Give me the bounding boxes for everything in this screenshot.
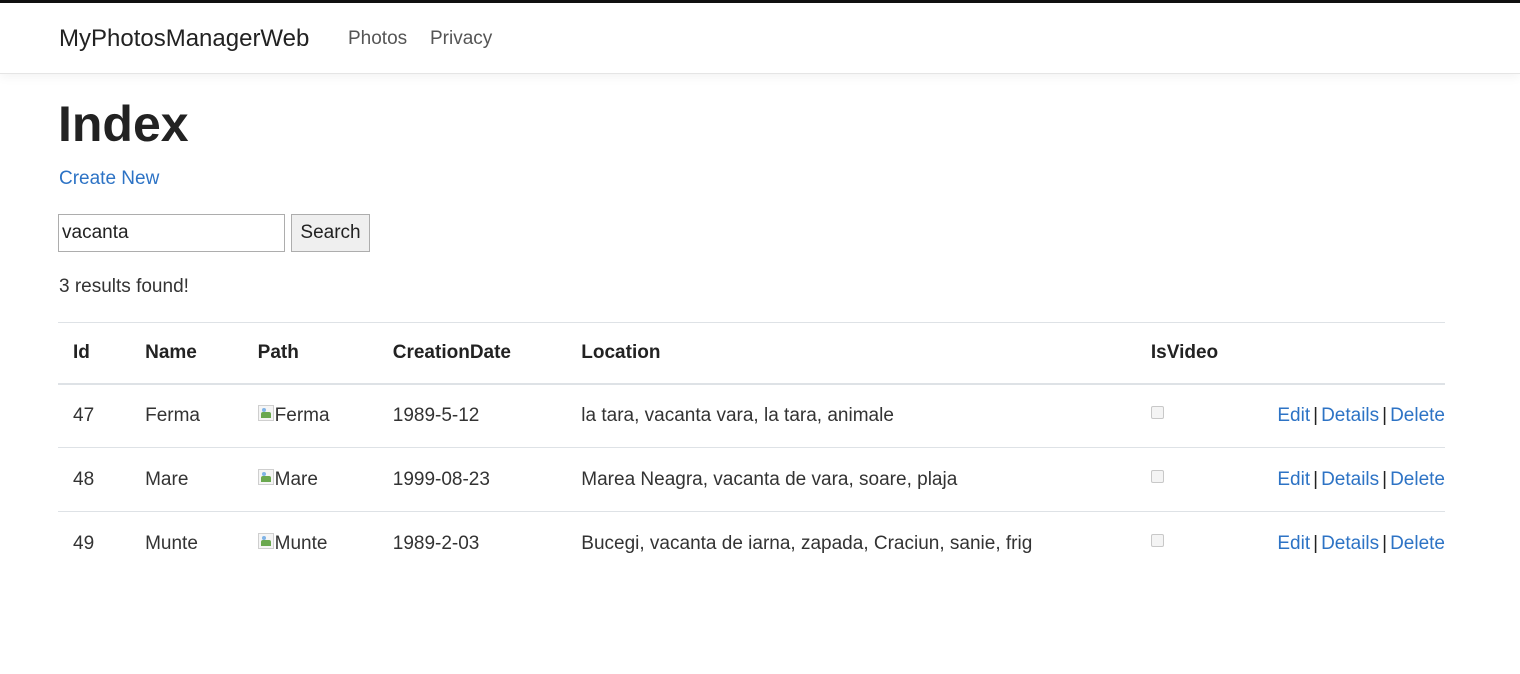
action-separator: | — [1313, 468, 1319, 490]
image-alt-text: Ferma — [274, 404, 330, 426]
is-video-checkbox — [1150, 533, 1164, 547]
action-separator: | — [1382, 468, 1388, 490]
details-link[interactable]: Details — [1321, 405, 1379, 426]
search-button[interactable]: Search — [291, 214, 370, 252]
cell-is-video — [1136, 384, 1262, 448]
cell-id: 47 — [73, 404, 95, 426]
broken-image: Munte — [257, 530, 328, 554]
cell-is-video — [1136, 512, 1262, 576]
cell-creation-date: 1989-5-12 — [392, 404, 480, 426]
edit-link[interactable]: Edit — [1277, 533, 1310, 554]
cell-location: Marea Neagra, vacanta de vara, soare, pl… — [581, 468, 958, 490]
cell-actions: Edit | Details | Delete — [1262, 448, 1445, 512]
column-header-id: Id — [73, 341, 90, 363]
image-alt-text: Munte — [274, 532, 328, 554]
photos-table: Id Name Path CreationDate Location IsVid… — [58, 322, 1445, 576]
search-input[interactable] — [58, 214, 285, 252]
column-header-location: Location — [581, 341, 661, 363]
cell-path: Ferma — [243, 384, 378, 448]
cell-id: 49 — [73, 532, 95, 554]
cell-path: Mare — [243, 448, 378, 512]
edit-link[interactable]: Edit — [1277, 469, 1310, 490]
column-header-name: Name — [145, 341, 197, 363]
broken-image-icon — [257, 532, 274, 549]
nav-link-photos[interactable]: Photos — [348, 28, 407, 50]
action-separator: | — [1313, 404, 1319, 426]
column-header-is-video: IsVideo — [1150, 341, 1219, 363]
cell-name: Ferma — [145, 404, 200, 426]
table-row: 48 Mare Mare 1999-08-23 Marea Neagra, va… — [58, 448, 1445, 512]
broken-image-icon — [257, 404, 274, 421]
action-separator: | — [1382, 404, 1388, 426]
cell-location: Bucegi, vacanta de iarna, zapada, Craciu… — [581, 532, 1033, 554]
cell-actions: Edit | Details | Delete — [1262, 512, 1445, 576]
details-link[interactable]: Details — [1321, 469, 1379, 490]
top-navbar: MyPhotosManagerWeb Photos Privacy — [0, 3, 1520, 74]
broken-image-icon — [257, 468, 274, 485]
cell-path: Munte — [243, 512, 378, 576]
cell-actions: Edit | Details | Delete — [1262, 384, 1445, 448]
is-video-checkbox — [1150, 469, 1164, 483]
create-new-link[interactable]: Create New — [59, 168, 159, 190]
cell-creation-date: 1999-08-23 — [392, 468, 490, 490]
cell-is-video — [1136, 448, 1262, 512]
is-video-checkbox — [1150, 405, 1164, 419]
delete-link[interactable]: Delete — [1390, 405, 1445, 426]
edit-link[interactable]: Edit — [1277, 405, 1310, 426]
cell-name: Mare — [145, 468, 189, 490]
table-header-row: Id Name Path CreationDate Location IsVid… — [58, 322, 1445, 384]
nav-link-privacy[interactable]: Privacy — [430, 28, 492, 50]
cell-name: Munte — [145, 532, 198, 554]
action-separator: | — [1313, 532, 1319, 554]
cell-creation-date: 1989-2-03 — [392, 532, 480, 554]
column-header-actions — [1262, 323, 1445, 384]
column-header-creation-date: CreationDate — [392, 341, 511, 363]
details-link[interactable]: Details — [1321, 533, 1379, 554]
broken-image: Ferma — [257, 402, 330, 426]
column-header-path: Path — [257, 341, 299, 363]
image-alt-text: Mare — [274, 468, 318, 490]
delete-link[interactable]: Delete — [1390, 469, 1445, 490]
results-count: 3 results found! — [59, 276, 189, 297]
cell-location: la tara, vacanta vara, la tara, animale — [581, 404, 894, 426]
delete-link[interactable]: Delete — [1390, 533, 1445, 554]
page-title: Index — [58, 96, 189, 152]
navbar-brand[interactable]: MyPhotosManagerWeb — [59, 25, 309, 53]
action-separator: | — [1382, 532, 1388, 554]
cell-id: 48 — [73, 468, 95, 490]
table-row: 47 Ferma Ferma 1989-5-12 la tara, vacant… — [58, 384, 1445, 448]
broken-image: Mare — [257, 466, 318, 490]
table-row: 49 Munte Munte 1989-2-03 Bucegi, vacanta… — [58, 512, 1445, 576]
